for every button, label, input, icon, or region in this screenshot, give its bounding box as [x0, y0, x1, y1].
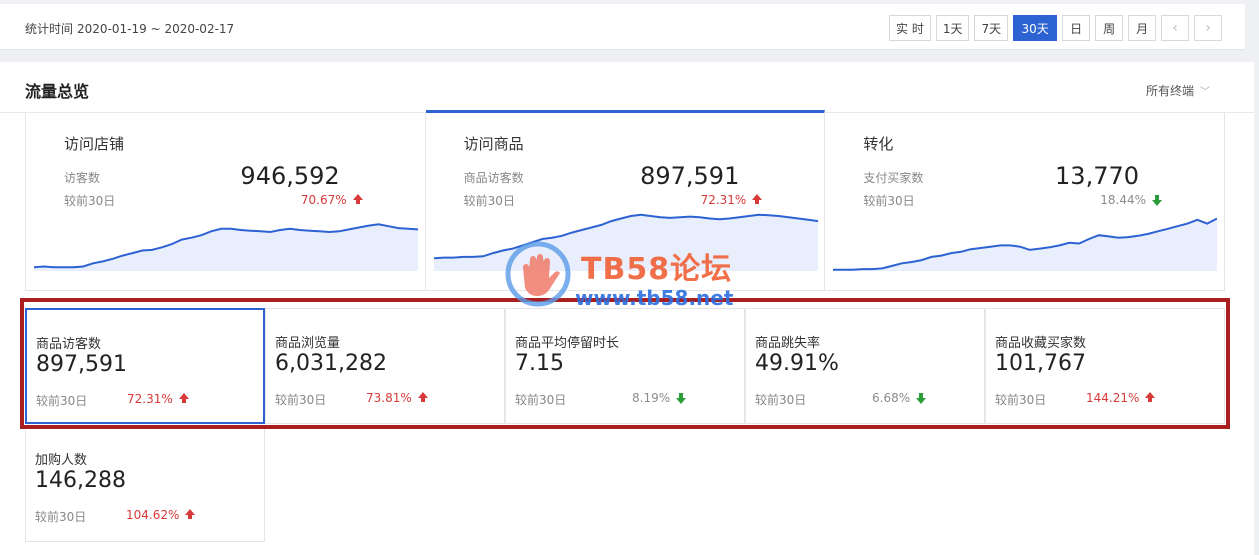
metric-compare-label: 较前30日	[35, 510, 87, 524]
card-product-visits[interactable]: 访问商品 商品访客数 较前30日 897,591 72.31%	[425, 110, 826, 290]
next-period-button[interactable]: ›	[1194, 15, 1223, 41]
chevron-down-icon: ﹀	[1200, 87, 1211, 98]
card-shop-visits[interactable]: 访问店铺 访客数 较前30日 946,592 70.67%	[26, 113, 426, 290]
sparkline-chart	[34, 223, 418, 271]
period-label: 统计时间	[25, 22, 74, 36]
arrow-up-icon	[1145, 392, 1156, 402]
arrow-up-icon	[178, 393, 189, 403]
metric-value: 6,031,282	[275, 351, 387, 376]
day-button[interactable]: 日	[1062, 15, 1091, 41]
arrow-up-icon	[752, 194, 763, 204]
period-text: 统计时间 2020-01-19 ~ 2020-02-17	[25, 20, 234, 37]
card-value: 897,591	[640, 162, 740, 190]
card-conversion[interactable]: 转化 支付买家数 较前30日 13,770 18.44%	[825, 113, 1224, 290]
arrow-up-icon	[352, 194, 363, 204]
time-range-buttons: 实 时 1天 7天 30天 日 周 月 ‹ ›	[889, 15, 1223, 41]
metric-value: 146,288	[35, 468, 126, 493]
metric-change: 72.31%	[127, 392, 189, 406]
metric-label: 商品平均停留时长	[515, 336, 620, 351]
metric-compare-label: 较前30日	[515, 393, 567, 407]
terminal-select[interactable]: 所有终端 ﹀	[1146, 82, 1210, 99]
arrow-up-icon	[417, 392, 428, 402]
month-button[interactable]: 月	[1128, 15, 1157, 41]
card-title: 访问商品	[463, 135, 524, 153]
summary-cards: 访问店铺 访客数 较前30日 946,592 70.67% 访问商品 商品访客数…	[25, 110, 1225, 291]
metric-change-value: 104.62%	[126, 508, 180, 522]
metric-change: 8.19%	[632, 391, 687, 405]
sparkline-chart	[833, 217, 1218, 271]
metric-bounce-rate[interactable]: 商品跳失率 49.91% 较前30日 6.68%	[745, 308, 985, 424]
metric-change: 104.62%	[126, 508, 196, 522]
chevron-right-icon: ›	[1205, 20, 1211, 36]
metric-change: 73.81%	[366, 391, 428, 405]
metric-compare-label: 较前30日	[995, 393, 1047, 407]
card-value: 13,770	[1055, 162, 1140, 190]
metric-compare-label: 较前30日	[755, 393, 807, 407]
1-day-button[interactable]: 1天	[935, 15, 970, 41]
sparkline-area	[433, 214, 818, 271]
card-title: 访问店铺	[64, 135, 125, 153]
metric-value: 897,591	[36, 352, 127, 377]
card-sub-label: 访客数	[64, 171, 101, 185]
metric-change: 6.68%	[872, 391, 927, 405]
card-title: 转化	[863, 135, 894, 153]
card-value: 946,592	[240, 162, 340, 190]
week-button[interactable]: 周	[1095, 15, 1124, 41]
metric-value: 49.91%	[755, 351, 839, 376]
metric-label: 商品收藏买家数	[995, 336, 1087, 351]
top-bar: 统计时间 2020-01-19 ~ 2020-02-17 实 时 1天 7天 30…	[0, 4, 1245, 50]
period-range: 2020-01-19 ~ 2020-02-17	[77, 22, 235, 36]
metric-change: 144.21%	[1086, 391, 1156, 405]
panel-title: 流量总览	[25, 82, 90, 101]
arrow-down-icon	[676, 393, 687, 404]
metric-add-to-cart[interactable]: 加购人数 146,288 较前30日 104.62%	[25, 425, 265, 542]
realtime-button[interactable]: 实 时	[889, 15, 931, 41]
30-day-button[interactable]: 30天	[1013, 15, 1058, 41]
metric-label: 商品浏览量	[275, 336, 341, 351]
metric-change-value: 72.31%	[127, 392, 173, 406]
sparkline-chart	[433, 213, 818, 271]
metric-label: 加购人数	[35, 453, 88, 468]
metric-value: 101,767	[995, 351, 1086, 376]
sparkline-area	[833, 218, 1218, 271]
metric-favorite-buyers[interactable]: 商品收藏买家数 101,767 较前30日 144.21%	[985, 308, 1225, 424]
card-sub-label: 商品访客数	[463, 171, 524, 185]
metric-label: 商品跳失率	[755, 336, 821, 351]
arrow-up-icon	[185, 509, 196, 519]
prev-period-button[interactable]: ‹	[1161, 15, 1190, 41]
terminal-select-label: 所有终端	[1146, 84, 1195, 98]
metric-product-visitors[interactable]: 商品访客数 897,591 较前30日 72.31%	[25, 308, 265, 424]
card-sub-label: 支付买家数	[863, 171, 924, 185]
metric-avg-stay-time[interactable]: 商品平均停留时长 7.15 较前30日 8.19%	[505, 308, 745, 424]
metric-change-value: 6.68%	[872, 391, 911, 405]
metric-change-value: 144.21%	[1086, 391, 1140, 405]
arrow-down-icon	[916, 393, 927, 404]
metric-change-value: 8.19%	[632, 391, 671, 405]
metric-value: 7.15	[515, 351, 564, 376]
metric-label: 商品访客数	[36, 337, 102, 352]
metric-product-pageviews[interactable]: 商品浏览量 6,031,282 较前30日 73.81%	[265, 308, 505, 424]
7-day-button[interactable]: 7天	[974, 15, 1009, 41]
metric-compare-label: 较前30日	[36, 394, 88, 408]
metric-compare-label: 较前30日	[275, 393, 327, 407]
chevron-left-icon: ‹	[1172, 20, 1178, 36]
metric-change-value: 73.81%	[366, 391, 412, 405]
